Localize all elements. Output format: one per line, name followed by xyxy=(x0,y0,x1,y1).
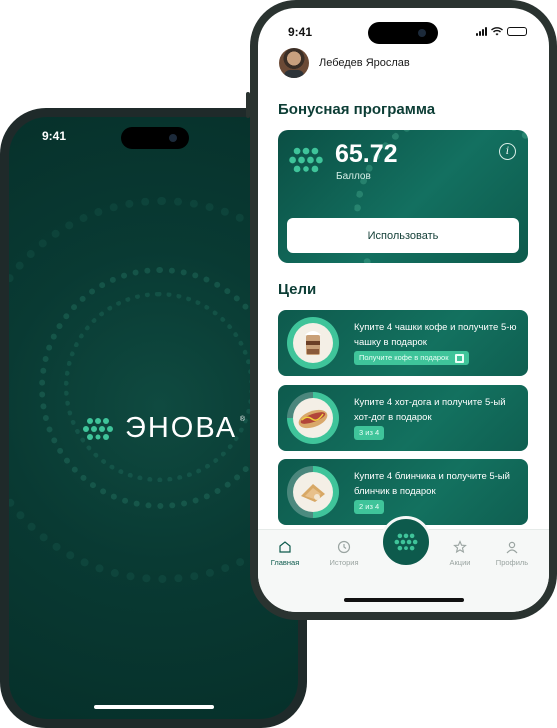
bonus-points-unit: Баллов xyxy=(336,171,371,182)
goal-card-hot-dog[interactable]: Купите 4 хот-дога и получите 5-ый хот-до… xyxy=(278,385,528,451)
goal-badge[interactable]: Получите кофе в подарок xyxy=(354,351,469,365)
goal-badge-label: Получите кофе в подарок xyxy=(359,353,449,362)
goal-progress-ring xyxy=(287,392,339,444)
dynamic-island xyxy=(368,22,438,44)
goals-section-title: Цели xyxy=(278,281,317,298)
tab-label: Профиль xyxy=(495,558,529,567)
goal-badge-label: 3 из 4 xyxy=(359,428,380,437)
goal-badge: 3 из 4 xyxy=(354,426,385,440)
avatar[interactable] xyxy=(279,48,309,78)
signal-icon xyxy=(476,27,487,36)
tab-promotions[interactable]: Акции xyxy=(435,540,485,567)
status-icons xyxy=(476,27,527,36)
home-indicator xyxy=(343,598,464,602)
hot-dog-image xyxy=(293,398,333,438)
profile-header[interactable]: Лебедев Ярослав xyxy=(279,48,410,78)
goal-description: Купите 4 хот-дога и получите 5-ый хот-до… xyxy=(354,397,506,423)
app-phone: 9:41 Лебедев Ярослав Бонусная программа xyxy=(246,0,557,620)
goal-progress-ring xyxy=(287,317,339,369)
status-time: 9:41 xyxy=(42,129,67,143)
history-icon xyxy=(337,540,351,554)
brand-name: ЭНОВА xyxy=(125,412,238,444)
goal-description: Купите 4 блинчика и получите 5-ый блинчи… xyxy=(354,471,510,497)
tab-home[interactable]: Главная xyxy=(260,540,310,567)
profile-icon xyxy=(506,541,518,554)
tab-label: Акции xyxy=(449,558,471,567)
brand-mark-icon xyxy=(394,533,418,551)
brand-logo: ЭНОВА ® xyxy=(81,412,245,445)
tab-label: История xyxy=(329,558,359,567)
tab-label: Главная xyxy=(270,558,300,567)
home-icon xyxy=(279,541,291,553)
mute-switch xyxy=(246,92,250,118)
camera-icon xyxy=(418,29,426,37)
bonus-card: 65.72 Баллов i Использовать xyxy=(278,130,528,263)
dynamic-island xyxy=(121,127,189,149)
home-indicator xyxy=(93,705,214,709)
tab-profile[interactable]: Профиль xyxy=(487,540,537,567)
brand-mark-icon xyxy=(289,147,323,173)
brand-mark-icon xyxy=(83,417,113,440)
tab-history[interactable]: История xyxy=(319,540,369,567)
use-points-button[interactable]: Использовать xyxy=(287,218,519,253)
bonus-section-title: Бонусная программа xyxy=(278,101,436,118)
app-screen: 9:41 Лебедев Ярослав Бонусная программа xyxy=(258,8,549,612)
pancake-image xyxy=(293,472,333,512)
status-time: 9:41 xyxy=(288,25,313,39)
qr-code-icon xyxy=(454,353,464,363)
goal-description: Купите 4 чашки кофе и получите 5-ю чашку… xyxy=(354,322,517,348)
profile-name: Лебедев Ярослав xyxy=(319,57,410,69)
scan-button[interactable] xyxy=(380,516,432,568)
goal-badge-label: 2 из 4 xyxy=(359,502,380,511)
goal-progress-ring xyxy=(287,466,339,518)
goal-card-coffee[interactable]: Купите 4 чашки кофе и получите 5-ю чашку… xyxy=(278,310,528,376)
star-icon xyxy=(453,540,467,554)
battery-icon xyxy=(507,27,527,36)
tab-bar: Главная История Акции Профиль xyxy=(258,516,549,612)
camera-icon xyxy=(169,134,177,142)
registered-mark: ® xyxy=(239,416,246,423)
info-icon[interactable]: i xyxy=(499,143,516,160)
goal-badge: 2 из 4 xyxy=(354,500,385,514)
wifi-icon xyxy=(491,27,503,36)
coffee-cup-image xyxy=(293,323,333,363)
bonus-points: 65.72 xyxy=(335,140,398,168)
status-bar: 9:41 xyxy=(258,8,549,44)
